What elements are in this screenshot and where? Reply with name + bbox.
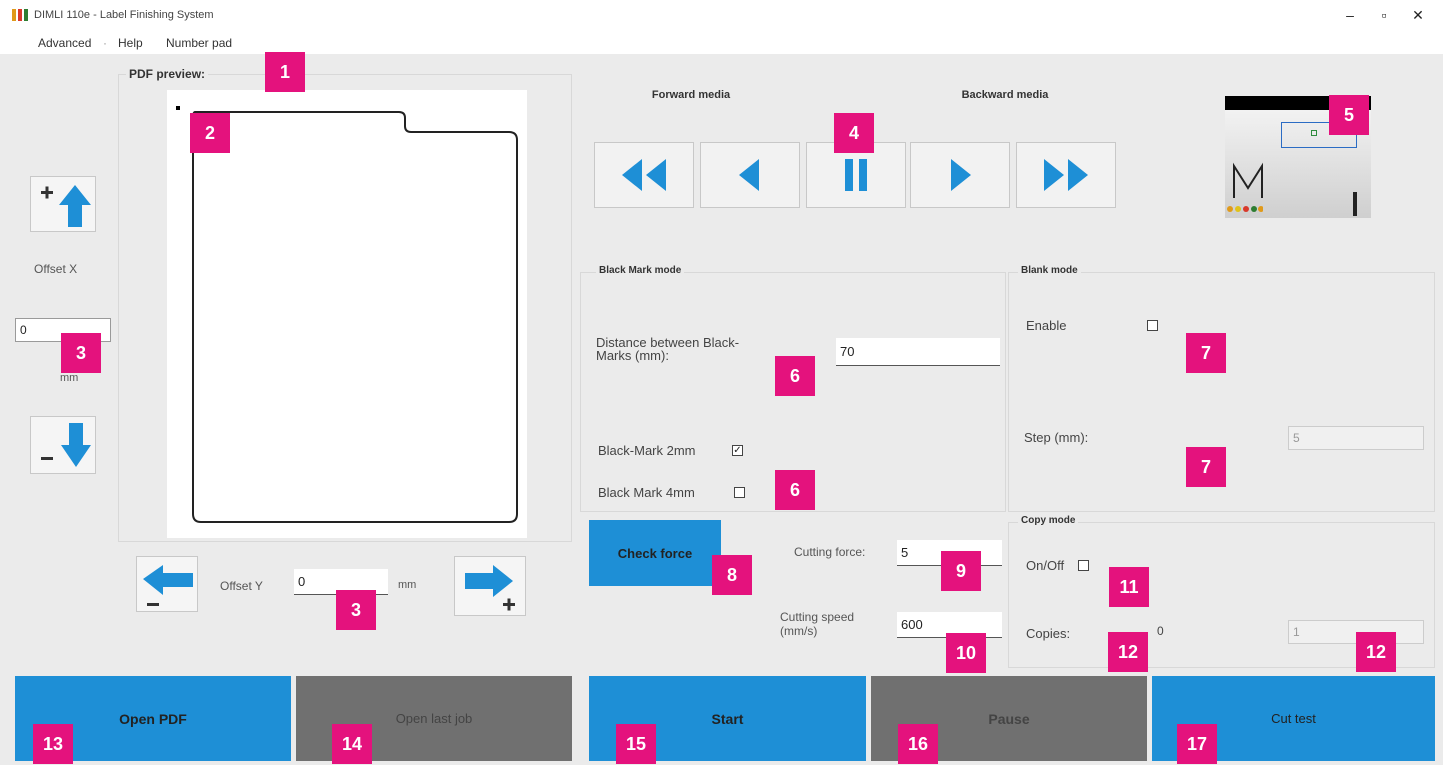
offset-x-label: Offset X xyxy=(34,262,78,276)
camera-color-dots xyxy=(1227,200,1264,212)
callout-badge: 13 xyxy=(33,724,73,764)
callout-badge: 5 xyxy=(1329,95,1369,135)
camera-target-marker xyxy=(1311,130,1317,136)
callout-badge: 16 xyxy=(898,724,938,764)
offset-x-up-button[interactable] xyxy=(30,176,96,232)
callout-badge: 14 xyxy=(332,724,372,764)
copy-onoff-label: On/Off xyxy=(1026,558,1065,573)
callout-badge: 12 xyxy=(1108,632,1148,672)
pdf-preview-canvas[interactable] xyxy=(167,90,527,538)
distance-input[interactable] xyxy=(836,338,1000,366)
pdf-preview-label: PDF preview: xyxy=(126,67,209,81)
callout-badge: 11 xyxy=(1109,567,1149,607)
minus-left-arrow-icon xyxy=(143,565,193,606)
pause-icon xyxy=(845,159,867,191)
play-button[interactable] xyxy=(910,142,1010,208)
callout-badge: 7 xyxy=(1186,333,1226,373)
callout-badge: 10 xyxy=(946,633,986,673)
offset-x-unit: mm xyxy=(60,372,79,384)
play-icon xyxy=(951,159,971,191)
black-mark-2mm-label: Black-Mark 2mm xyxy=(598,443,696,458)
callout-badge: 6 xyxy=(775,470,815,510)
menu-advanced[interactable]: Advanced xyxy=(38,36,91,50)
offset-y-left-button[interactable] xyxy=(136,556,198,612)
blank-mode-group-title: Blank mode xyxy=(1018,265,1081,276)
menu-bar: Advanced · Help Number pad xyxy=(0,32,1443,54)
callout-badge: 3 xyxy=(336,590,376,630)
callout-badge: 1 xyxy=(265,52,305,92)
callout-badge: 4 xyxy=(834,113,874,153)
copies-count: 0 xyxy=(1157,624,1164,638)
forward-media-label: Forward media xyxy=(651,89,731,101)
minus-down-arrow-icon xyxy=(41,423,91,467)
title-bar: DIMLI 110e - Label Finishing System – ▫ … xyxy=(0,0,1443,32)
copy-mode-group-title: Copy mode xyxy=(1018,515,1079,526)
step-back-icon xyxy=(739,159,759,191)
black-mark-4mm-label: Black Mark 4mm xyxy=(598,485,695,500)
step-label: Step (mm): xyxy=(1024,430,1089,445)
black-mark-4mm-checkbox[interactable] xyxy=(734,487,745,498)
offset-x-down-button[interactable] xyxy=(30,416,96,474)
offset-y-right-button[interactable] xyxy=(454,556,526,616)
fast-rewind-button[interactable] xyxy=(594,142,694,208)
callout-badge: 8 xyxy=(712,555,752,595)
callout-badge: 2 xyxy=(190,113,230,153)
callout-badge: 6 xyxy=(775,356,815,396)
fast-rewind-icon xyxy=(622,159,666,191)
camera-edge-bar xyxy=(1353,192,1357,216)
minimize-button[interactable]: – xyxy=(1336,4,1364,26)
distance-label: Distance between Black-Marks (mm): xyxy=(596,335,740,363)
step-back-button[interactable] xyxy=(700,142,800,208)
callout-badge: 3 xyxy=(61,333,101,373)
menu-help[interactable]: Help xyxy=(118,36,143,50)
callout-badge: 17 xyxy=(1177,724,1217,764)
origin-marker xyxy=(176,106,180,110)
camera-letter-m xyxy=(1233,162,1263,198)
menu-separator: · xyxy=(103,36,107,50)
cutting-force-label: Cutting force: xyxy=(794,545,866,559)
app-logo-icon xyxy=(12,9,28,21)
enable-label: Enable xyxy=(1026,318,1067,333)
copies-label: Copies: xyxy=(1026,626,1071,641)
enable-checkbox[interactable] xyxy=(1147,320,1158,331)
black-mark-2mm-checkbox[interactable]: ✓ xyxy=(732,445,743,456)
maximize-button[interactable]: ▫ xyxy=(1370,4,1398,26)
cutting-speed-label: Cutting speed (mm/s) xyxy=(780,610,855,638)
black-mark-group-title: Black Mark mode xyxy=(596,265,685,276)
menu-number-pad[interactable]: Number pad xyxy=(166,36,232,50)
copy-onoff-checkbox[interactable] xyxy=(1078,560,1089,571)
label-outline xyxy=(192,111,518,523)
fast-forward-button[interactable] xyxy=(1016,142,1116,208)
offset-y-unit: mm xyxy=(398,579,417,591)
plus-right-arrow-icon xyxy=(465,565,515,611)
fast-forward-icon xyxy=(1044,159,1088,191)
window-title: DIMLI 110e - Label Finishing System xyxy=(34,9,214,21)
step-input[interactable] xyxy=(1288,426,1424,450)
close-button[interactable]: ✕ xyxy=(1404,4,1432,26)
callout-badge: 12 xyxy=(1356,632,1396,672)
offset-y-label: Offset Y xyxy=(220,579,263,593)
callout-badge: 15 xyxy=(616,724,656,764)
callout-badge: 9 xyxy=(941,551,981,591)
callout-badge: 7 xyxy=(1186,447,1226,487)
plus-up-arrow-icon xyxy=(41,185,91,227)
backward-media-label: Backward media xyxy=(961,89,1049,101)
check-force-button[interactable]: Check force xyxy=(589,520,721,586)
